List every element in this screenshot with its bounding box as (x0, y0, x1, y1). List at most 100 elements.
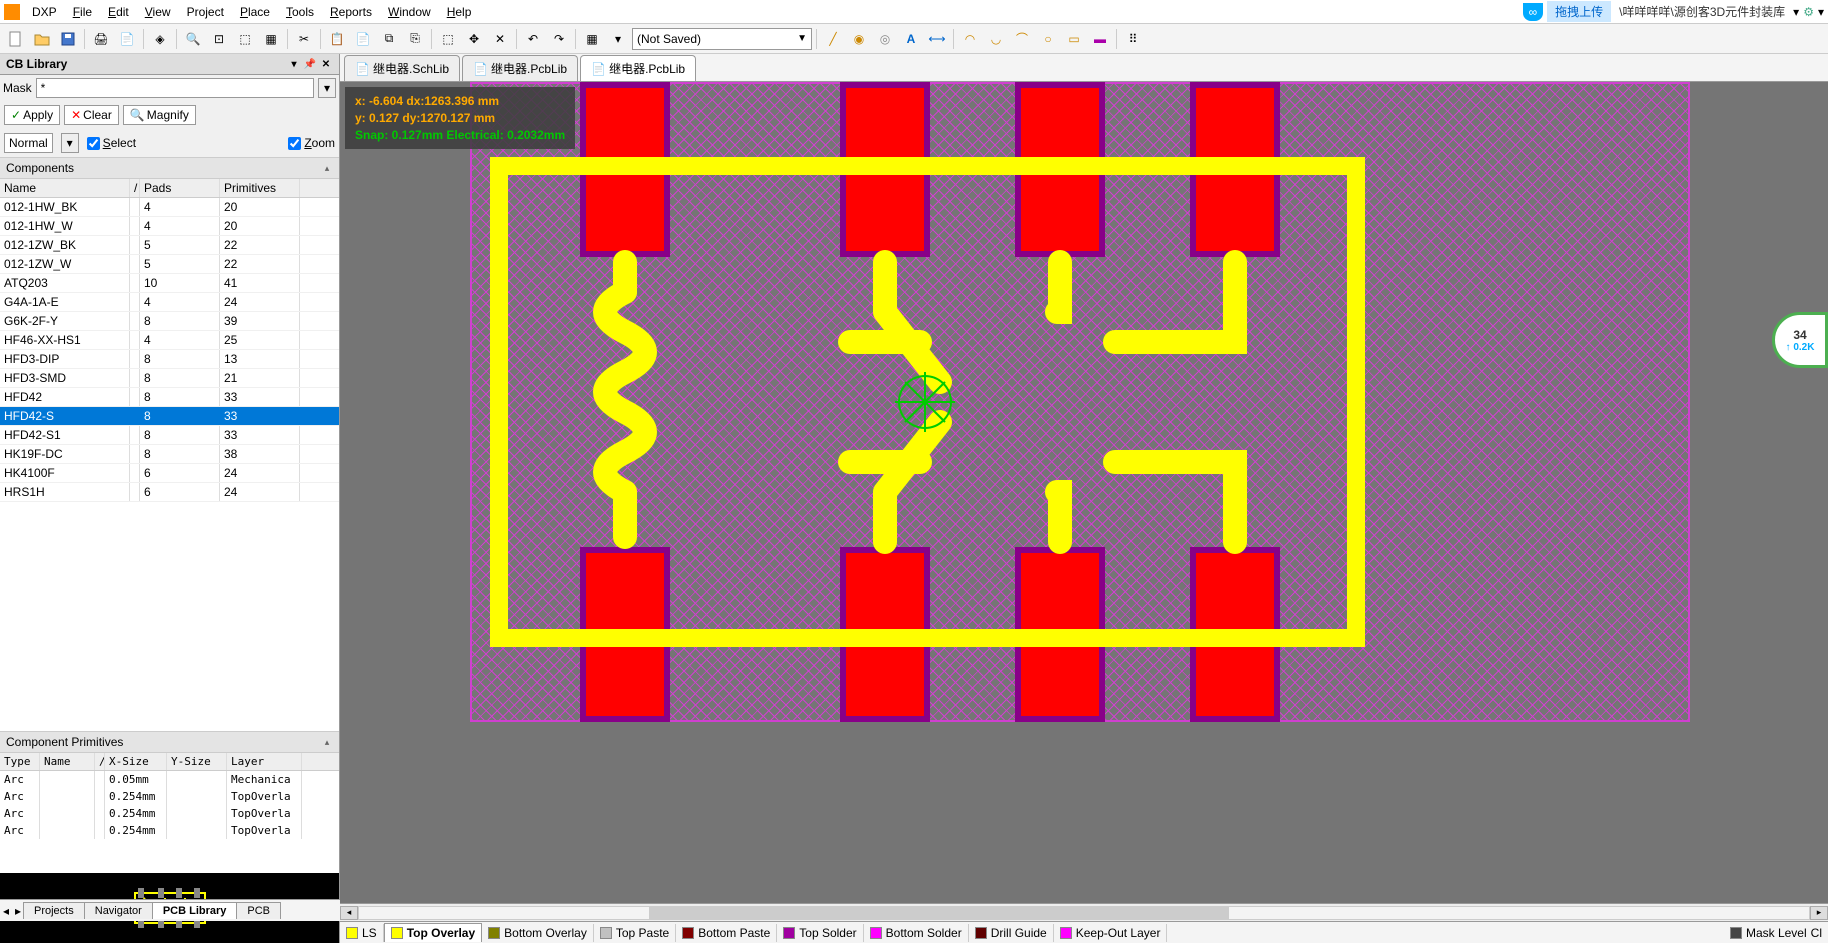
dropdown-icon[interactable]: ▾ (1793, 5, 1799, 19)
table-row[interactable]: HK4100F624 (0, 464, 339, 483)
document-tab[interactable]: 📄继电器.PcbLib (462, 55, 578, 81)
place-dim-button[interactable]: ⟷ (925, 27, 949, 51)
table-row[interactable]: HF46-XX-HS1425 (0, 331, 339, 350)
menu-project[interactable]: Project (179, 3, 232, 21)
table-row[interactable]: 012-1HW_BK420 (0, 198, 339, 217)
panel-tab[interactable]: PCB Library (152, 902, 238, 919)
dropdown2-icon[interactable]: ▾ (1818, 5, 1824, 19)
move-button[interactable]: ✥ (462, 27, 486, 51)
scroll-up-icon[interactable]: ▴ (321, 737, 333, 748)
layer-tab[interactable]: LS (340, 924, 384, 942)
col-pads[interactable]: Pads (140, 179, 220, 197)
grid-dd-button[interactable]: ▾ (606, 27, 630, 51)
scroll-up-icon[interactable]: ▴ (321, 163, 333, 174)
sort-icon[interactable]: / (95, 753, 105, 770)
zoom-checkbox[interactable]: Zoom (288, 136, 335, 150)
open-button[interactable] (30, 27, 54, 51)
col-type[interactable]: Type (0, 753, 40, 770)
document-tab[interactable]: 📄继电器.SchLib (344, 55, 460, 81)
layer-tab[interactable]: Top Paste (594, 924, 676, 942)
cut-button[interactable]: ✂ (292, 27, 316, 51)
layer-combo[interactable]: (Not Saved) ▼ (632, 28, 812, 50)
place-arc1-button[interactable]: ◠ (958, 27, 982, 51)
copy-button[interactable]: 📋 (325, 27, 349, 51)
panel-pin-icon[interactable]: 📌 (303, 57, 317, 71)
apply-button[interactable]: ✓Apply (4, 105, 60, 125)
place-rect-button[interactable]: ▭ (1062, 27, 1086, 51)
table-row[interactable]: Arc0.254mmTopOverla (0, 788, 339, 805)
layer-tab[interactable]: Keep-Out Layer (1054, 924, 1168, 942)
place-string-button[interactable]: A (899, 27, 923, 51)
panel-tab[interactable]: Projects (23, 902, 85, 919)
upload-badge[interactable]: 拖拽上传 (1547, 1, 1611, 22)
deselect-button[interactable]: ✕ (488, 27, 512, 51)
place-arc3-button[interactable]: ⌒ (1010, 27, 1034, 51)
save-button[interactable] (56, 27, 80, 51)
layer-tab[interactable]: Bottom Overlay (482, 924, 594, 942)
document-tab[interactable]: 📄继电器.PcbLib (580, 55, 696, 81)
new-doc-button[interactable] (4, 27, 28, 51)
select-checkbox[interactable]: Select (87, 136, 136, 150)
clear-label[interactable]: Cl (1811, 926, 1822, 940)
clear-button[interactable]: ✕Clear (64, 105, 119, 125)
grid-button[interactable]: ▦ (580, 27, 604, 51)
mode-dropdown[interactable]: ▾ (61, 133, 79, 153)
table-row[interactable]: Arc0.254mmTopOverla (0, 805, 339, 822)
menu-edit[interactable]: Edit (100, 3, 137, 21)
menu-place[interactable]: Place (232, 3, 278, 21)
menu-reports[interactable]: Reports (322, 3, 380, 21)
paste-button[interactable]: 📄 (351, 27, 375, 51)
table-row[interactable]: HFD42-S833 (0, 407, 339, 426)
redo-button[interactable]: ↷ (547, 27, 571, 51)
stats-bubble[interactable]: 34 ↑ 0.2K (1772, 312, 1828, 368)
scroll-track[interactable] (358, 906, 1810, 920)
col-ysize[interactable]: Y-Size (167, 753, 227, 770)
table-row[interactable]: HFD42-S1833 (0, 426, 339, 445)
menu-window[interactable]: Window (380, 3, 439, 21)
table-row[interactable]: HFD3-DIP813 (0, 350, 339, 369)
table-row[interactable]: G6K-2F-Y839 (0, 312, 339, 331)
table-row[interactable]: 012-1HW_W420 (0, 217, 339, 236)
panel-tab[interactable]: Navigator (84, 902, 153, 919)
panel-dropdown-icon[interactable]: ▾ (287, 57, 301, 71)
zoom-area-button[interactable]: ⬚ (233, 27, 257, 51)
magnify-button[interactable]: 🔍Magnify (123, 105, 196, 125)
scroll-thumb[interactable] (649, 907, 1229, 919)
panel-close-icon[interactable]: ✕ (319, 57, 333, 71)
panel-tab[interactable]: PCB (236, 902, 281, 919)
mask-input[interactable] (36, 78, 314, 98)
table-row[interactable]: Arc0.254mmTopOverla (0, 822, 339, 839)
table-row[interactable]: Arc0.05mmMechanica (0, 771, 339, 788)
layer-tab[interactable]: Top Overlay (384, 923, 482, 942)
table-row[interactable]: ATQ2031041 (0, 274, 339, 293)
place-pad-button[interactable]: ◉ (847, 27, 871, 51)
layer-tab[interactable]: Top Solder (777, 924, 863, 942)
menu-view[interactable]: View (137, 3, 179, 21)
place-circle-button[interactable]: ○ (1036, 27, 1060, 51)
mask-level-label[interactable]: Mask Level (1746, 926, 1807, 940)
pcb-canvas[interactable]: x: -6.604 dx:1263.396 mm y: 0.127 dy:127… (340, 82, 1828, 903)
layer-tab[interactable]: Bottom Solder (864, 924, 969, 942)
stamp-button[interactable]: ⎘ (403, 27, 427, 51)
layers-button[interactable]: ◈ (148, 27, 172, 51)
horizontal-scrollbar[interactable]: ◂ ▸ (340, 903, 1828, 921)
col-name[interactable]: Name (40, 753, 95, 770)
zoom-sel-button[interactable]: ▦ (259, 27, 283, 51)
table-row[interactable]: 012-1ZW_BK522 (0, 236, 339, 255)
scroll-left-icon[interactable]: ◂ (340, 906, 358, 920)
col-layer[interactable]: Layer (227, 753, 302, 770)
layer-tab[interactable]: Bottom Paste (676, 924, 777, 942)
table-row[interactable]: G4A-1A-E424 (0, 293, 339, 312)
sort-icon[interactable]: / (130, 179, 140, 197)
cloud-badge[interactable]: ∞ (1523, 3, 1544, 21)
table-row[interactable]: HK19F-DC838 (0, 445, 339, 464)
array-button[interactable]: ⠿ (1121, 27, 1145, 51)
col-xsize[interactable]: X-Size (105, 753, 167, 770)
place-fill-button[interactable]: ▬ (1088, 27, 1112, 51)
table-row[interactable]: HRS1H624 (0, 483, 339, 502)
table-row[interactable]: HFD42833 (0, 388, 339, 407)
duplicate-button[interactable]: ⧉ (377, 27, 401, 51)
preview-button[interactable]: 📄 (115, 27, 139, 51)
col-primitives[interactable]: Primitives (220, 179, 300, 197)
select-rect-button[interactable]: ⬚ (436, 27, 460, 51)
